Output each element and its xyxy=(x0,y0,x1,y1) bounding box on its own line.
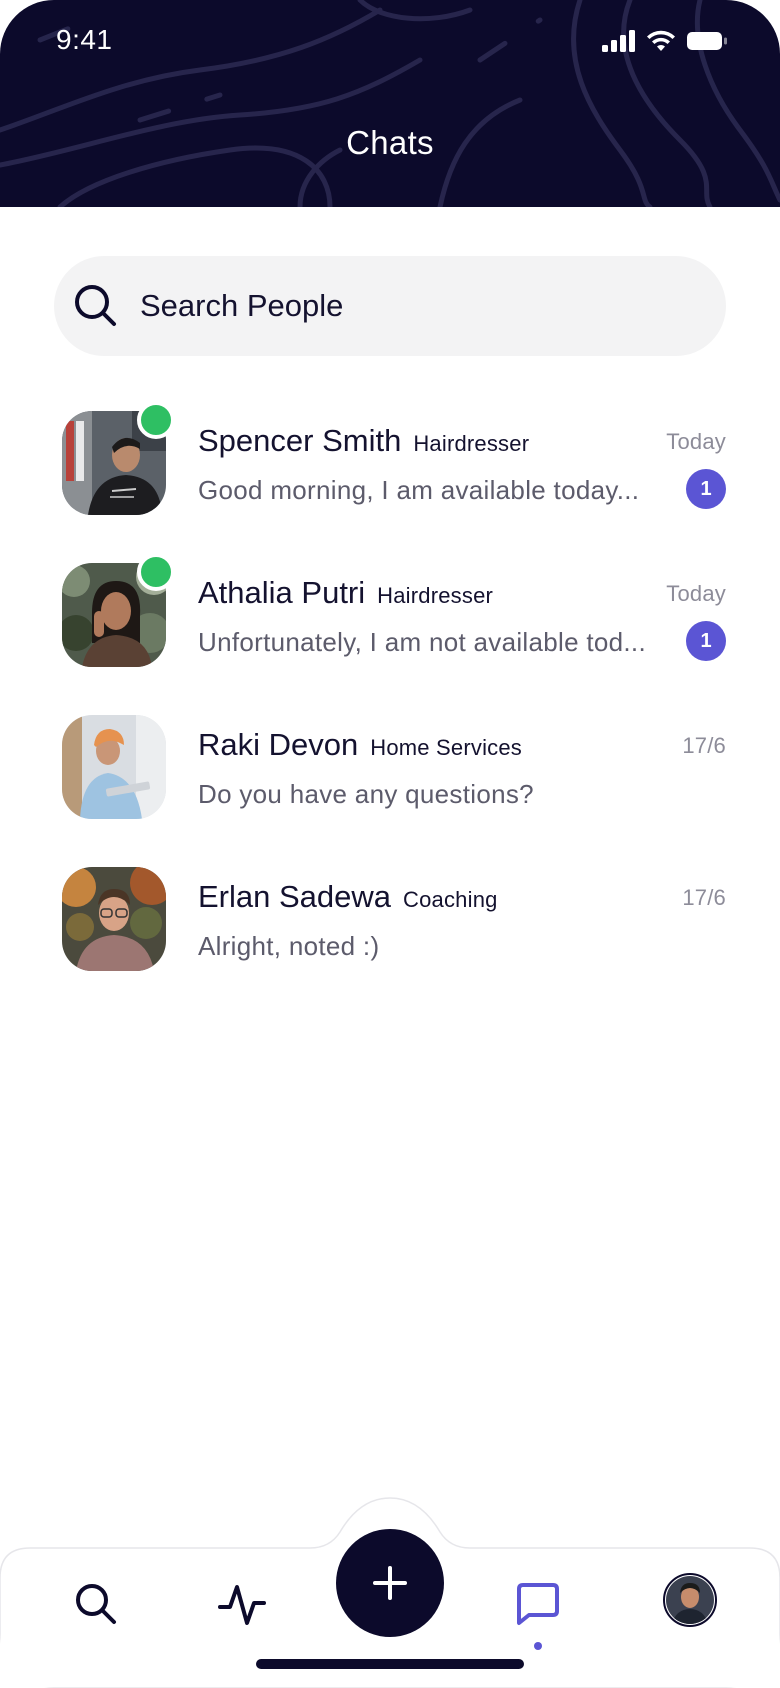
plus-icon xyxy=(373,1566,407,1600)
nav-profile[interactable] xyxy=(662,1572,718,1628)
contact-name: Erlan Sadewa xyxy=(198,879,392,914)
unread-badge: 1 xyxy=(686,621,726,661)
home-indicator xyxy=(256,1659,524,1669)
chat-date: 17/6 xyxy=(682,733,726,758)
activity-icon xyxy=(218,1585,266,1625)
online-indicator xyxy=(137,553,175,591)
nav-search[interactable] xyxy=(66,1574,126,1634)
chat-preview: Alright, noted :) xyxy=(198,931,380,961)
chat-list: Spencer Smith Hairdresser Today Good morn… xyxy=(0,401,780,1013)
chat-icon xyxy=(517,1583,559,1625)
page-title: Chats xyxy=(346,124,434,161)
chat-date: 17/6 xyxy=(682,885,726,910)
signal-icon xyxy=(602,30,635,52)
chat-date: Today xyxy=(666,581,726,606)
chat-item-athalia-putri[interactable]: Athalia Putri Hairdresser Today Unfortuna… xyxy=(0,553,780,709)
profile-avatar xyxy=(663,1573,717,1627)
header: 9:41 Chats xyxy=(0,0,780,207)
search-bar[interactable] xyxy=(54,256,726,356)
chat-preview: Good morning, I am available today... xyxy=(198,475,640,505)
contact-category: Coaching xyxy=(403,887,498,912)
status-icons xyxy=(602,30,728,52)
wifi-icon xyxy=(647,30,675,51)
chat-item-spencer-smith[interactable]: Spencer Smith Hairdresser Today Good morn… xyxy=(0,401,780,557)
nav-chats[interactable] xyxy=(508,1574,568,1634)
contact-category: Home Services xyxy=(370,735,523,760)
contact-name: Spencer Smith xyxy=(198,423,402,458)
chat-item-raki-devon[interactable]: Raki Devon Home Services 17/6 Do you have… xyxy=(0,709,780,861)
chat-preview: Do you have any questions? xyxy=(198,779,534,809)
chat-item-erlan-sadewa[interactable]: Erlan Sadewa Coaching 17/6 Alright, noted… xyxy=(0,861,780,1013)
status-time: 9:41 xyxy=(56,24,113,55)
search-input[interactable] xyxy=(140,288,660,324)
contact-name: Athalia Putri xyxy=(198,575,366,610)
avatar xyxy=(62,715,166,819)
contact-category: Hairdresser xyxy=(413,431,530,456)
contact-category: Hairdresser xyxy=(377,583,494,608)
unread-badge: 1 xyxy=(686,469,726,509)
new-chat-button[interactable] xyxy=(336,1529,444,1637)
nav-activity[interactable] xyxy=(212,1574,272,1634)
chat-date: Today xyxy=(666,429,726,454)
active-tab-indicator xyxy=(534,1642,542,1650)
chats-screen: 9:41 Chats Search People Spencer Smith H… xyxy=(0,0,780,1688)
search-icon xyxy=(76,1584,116,1624)
battery-icon xyxy=(687,32,727,50)
search-icon xyxy=(75,285,116,326)
chat-preview: Unfortunately, I am not available tod... xyxy=(198,627,646,657)
online-indicator xyxy=(137,401,175,439)
avatar xyxy=(62,867,166,971)
contact-name: Raki Devon xyxy=(198,727,359,762)
